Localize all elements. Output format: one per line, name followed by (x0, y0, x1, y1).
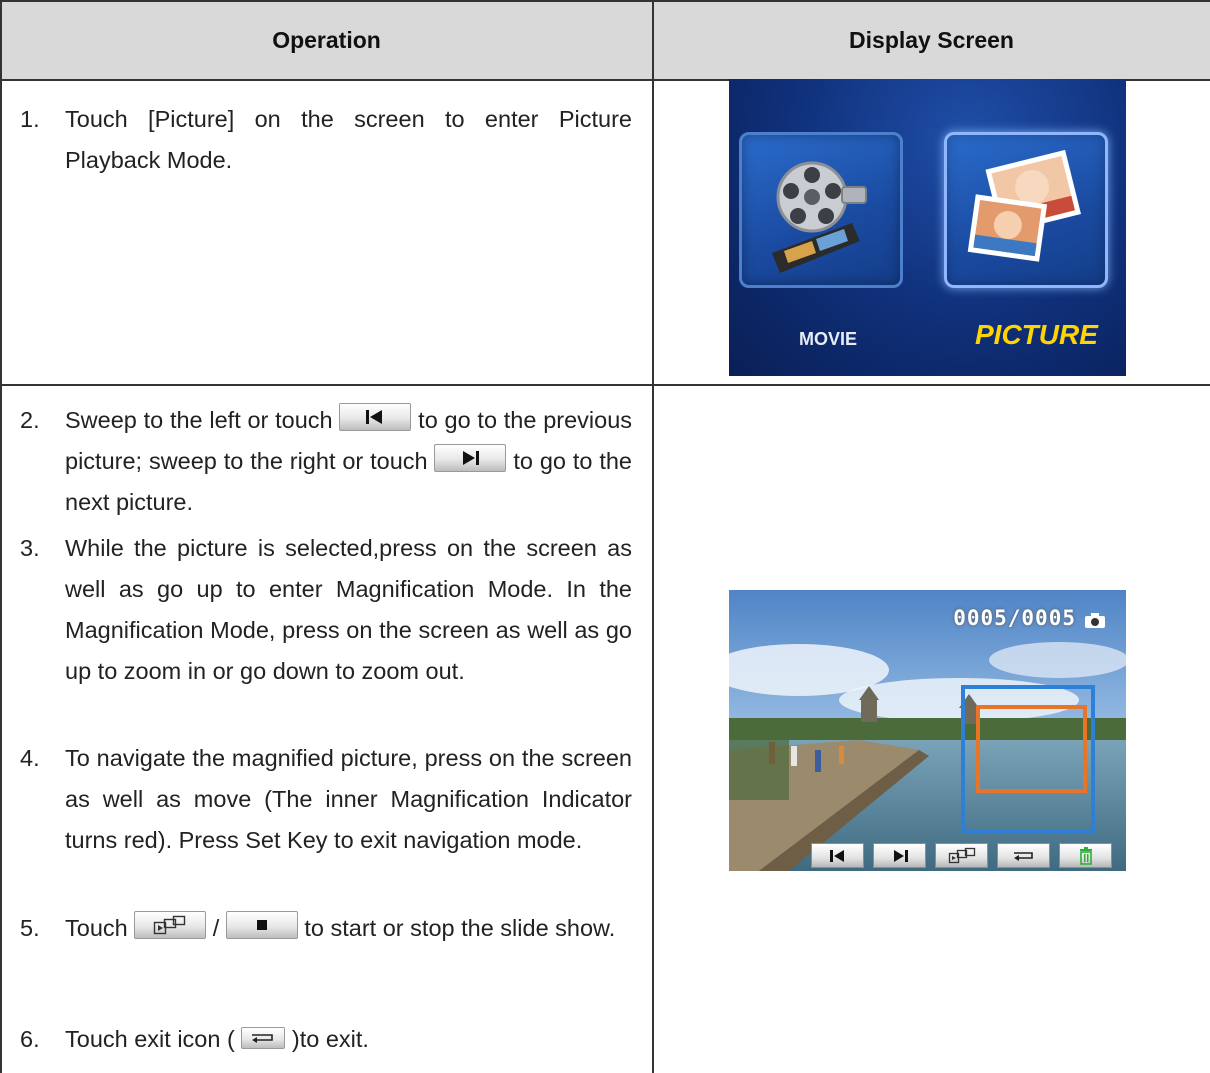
exit-button[interactable] (997, 843, 1050, 868)
previous-icon (339, 403, 412, 431)
step-text: Touch [Picture] on the screen to enter P… (65, 106, 632, 173)
header-display-screen: Display Screen (653, 0, 1210, 80)
step-text: )to exit. (291, 1026, 369, 1052)
step-number: 1. (20, 106, 40, 132)
picture-label: PICTURE (975, 319, 1098, 350)
trash-icon (1079, 846, 1092, 865)
next-button[interactable] (873, 843, 926, 868)
previous-button[interactable] (811, 843, 864, 868)
step-1: 1. Touch [Picture] on the screen to ente… (20, 99, 632, 181)
table-border-left (0, 0, 2, 1073)
step-number: 2. (20, 407, 40, 433)
header-display-label: Display Screen (849, 26, 1014, 53)
table-border-top (0, 0, 1210, 2)
step-4: 4. To navigate the magnified picture, pr… (20, 738, 632, 861)
landscape-photo (729, 590, 1126, 871)
step-2: 2. Sweep to the left or touch to go to t… (20, 400, 632, 523)
film-reel-icon (772, 161, 867, 273)
picture-counter: 0005/0005 (953, 606, 1076, 630)
step-number: 3. (20, 535, 40, 561)
step-6: 6. Touch exit icon ( )to exit. (20, 1019, 632, 1060)
exit-icon (241, 1027, 286, 1049)
step-text: Sweep to the left or touch (65, 407, 333, 433)
step-text: Touch exit icon ( (65, 1026, 235, 1052)
step-number: 5. (20, 915, 40, 941)
table-column-divider (652, 0, 654, 1073)
stop-icon (225, 911, 298, 939)
exit-icon (1013, 851, 1033, 861)
operation-table: Operation Display Screen 1. Touch [Pictu… (0, 0, 1210, 1073)
header-operation-label: Operation (272, 26, 381, 53)
slideshow-icon (948, 847, 975, 863)
step-text: To navigate the magnified picture, press… (65, 745, 632, 853)
slideshow-button[interactable] (935, 843, 988, 868)
step-text: Touch (65, 915, 128, 941)
photos-icon (967, 149, 1082, 262)
step-text: to start or stop the slide show. (304, 915, 616, 941)
mode-menu-screenshot: MOVIE PICTURE (729, 79, 1126, 376)
next-icon (434, 444, 507, 472)
table-row-divider (0, 384, 1210, 386)
picture-tile (944, 132, 1108, 288)
next-icon (893, 849, 908, 862)
movie-label: MOVIE (799, 329, 858, 349)
slideshow-icon (134, 911, 207, 939)
step-5: 5. Touch / to start or stop the slide sh… (20, 908, 632, 949)
step-number: 4. (20, 745, 40, 771)
step-number: 6. (20, 1026, 40, 1052)
header-operation: Operation (0, 0, 653, 80)
playback-toolbar (729, 840, 1126, 871)
step-3: 3. While the picture is selected,press o… (20, 528, 632, 692)
playback-screenshot: 0005/0005 (729, 590, 1126, 871)
camera-icon (1085, 613, 1105, 628)
movie-tile (739, 132, 903, 288)
delete-button[interactable] (1059, 843, 1112, 868)
step-separator: / (212, 915, 220, 941)
previous-icon (829, 849, 844, 862)
step-text: While the picture is selected,press on t… (65, 535, 632, 684)
